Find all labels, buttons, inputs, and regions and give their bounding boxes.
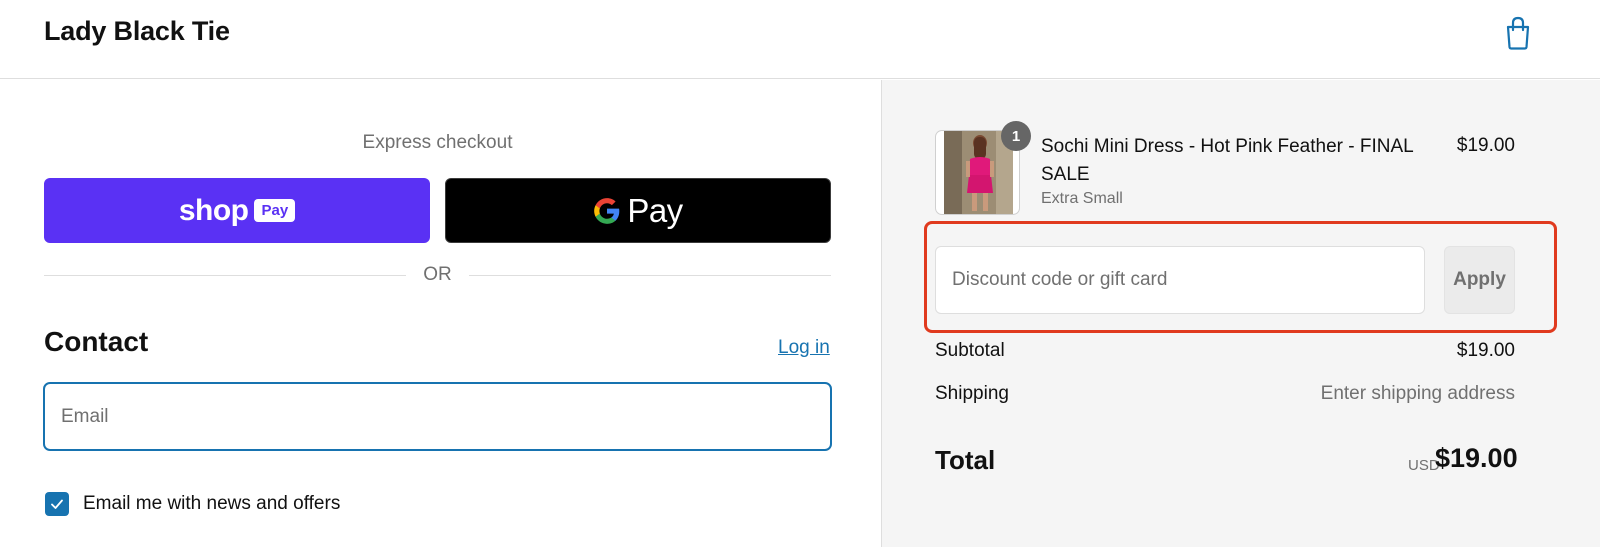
- express-checkout-label: Express checkout: [362, 132, 513, 153]
- google-g-icon: [594, 197, 620, 224]
- divider-line: [44, 275, 406, 276]
- shop-pay-wordmark: shop: [178, 193, 249, 227]
- google-pay-button[interactable]: Pay: [445, 178, 831, 243]
- checkmark-icon: [51, 499, 63, 509]
- shopping-bag-icon[interactable]: [1504, 16, 1532, 50]
- email-input[interactable]: [43, 382, 832, 451]
- subtotal-label: Subtotal: [935, 340, 1005, 361]
- or-divider: OR: [44, 264, 831, 288]
- total-label: Total: [935, 445, 996, 475]
- store-logo[interactable]: Lady Black Tie: [44, 16, 230, 47]
- log-in-link[interactable]: Log in: [778, 337, 830, 359]
- newsletter-label[interactable]: Email me with news and offers: [83, 493, 340, 515]
- apply-discount-button[interactable]: Apply: [1444, 246, 1515, 314]
- shop-pay-button[interactable]: shop Pay: [44, 178, 430, 243]
- product-variant: Extra Small: [1041, 190, 1123, 207]
- or-text: OR: [423, 264, 452, 285]
- discount-code-input[interactable]: [935, 246, 1425, 314]
- shop-pay-badge: Pay: [254, 199, 296, 222]
- quantity-badge: 1: [1001, 121, 1031, 151]
- shipping-value: Enter shipping address: [1320, 383, 1515, 404]
- contact-heading: Contact: [44, 326, 149, 357]
- total-amount: $19.00: [1435, 443, 1518, 473]
- shipping-label: Shipping: [935, 383, 1009, 404]
- product-name: Sochi Mini Dress - Hot Pink Feather - FI…: [1041, 136, 1414, 185]
- divider-line: [469, 275, 831, 276]
- product-price: $19.00: [1456, 135, 1515, 156]
- site-header: Lady Black Tie: [0, 0, 1600, 79]
- checkout-form-panel: Express checkout shop Pay Pay OR Contact…: [0, 80, 881, 547]
- newsletter-checkbox[interactable]: [45, 492, 69, 516]
- subtotal-value: $19.00: [1456, 340, 1515, 361]
- order-summary-panel: 1 Sochi Mini Dress - Hot Pink Feather - …: [881, 80, 1600, 547]
- google-pay-wordmark: Pay: [627, 191, 683, 229]
